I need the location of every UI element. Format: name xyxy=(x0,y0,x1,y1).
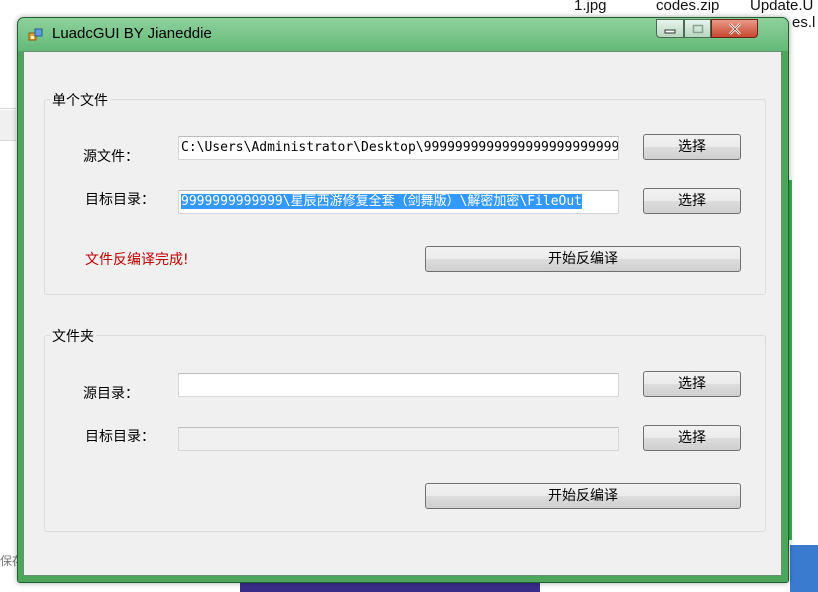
folder-target-dir-label: 目标目录： xyxy=(85,429,155,445)
source-dir-field[interactable] xyxy=(178,373,619,397)
client-area: 单个文件 源文件： C:\Users\Administrator\Desktop… xyxy=(23,51,782,576)
choose-target-dir-button[interactable]: 选择 xyxy=(643,188,741,214)
source-file-field[interactable]: C:\Users\Administrator\Desktop\999999999… xyxy=(178,136,619,160)
luadc-window: LuadcGUI BY Jianeddie 单个文件 源文件： C:\Users… xyxy=(17,17,789,583)
bg-file-item: es.l xyxy=(792,14,816,31)
choose-folder-target-dir-button[interactable]: 选择 xyxy=(643,425,741,451)
bg-file-item: codes.zip xyxy=(656,0,720,14)
title-bar[interactable]: LuadcGUI BY Jianeddie xyxy=(18,18,788,51)
source-file-value: C:\Users\Administrator\Desktop\999999999… xyxy=(181,140,619,155)
choose-source-file-button[interactable]: 选择 xyxy=(643,134,741,160)
single-file-group-label: 单个文件 xyxy=(50,90,110,110)
background-image xyxy=(240,582,540,592)
app-icon xyxy=(28,28,43,41)
target-dir-field[interactable]: 9999999999999\星辰西游修复全套（剑舞版）\解密加密\FileOut xyxy=(178,190,619,214)
bg-file-item: Update.U xyxy=(750,0,814,14)
source-dir-label: 源目录： xyxy=(83,386,139,402)
close-icon xyxy=(728,22,741,35)
choose-source-dir-button[interactable]: 选择 xyxy=(643,371,741,397)
close-button[interactable] xyxy=(711,19,758,38)
target-dir-value: 9999999999999\星辰西游修复全套（剑舞版）\解密加密\FileOut xyxy=(181,194,583,209)
window-title: LuadcGUI BY Jianeddie xyxy=(52,25,212,42)
background-divider xyxy=(0,108,16,109)
folder-target-dir-field[interactable] xyxy=(178,427,619,451)
background-sidebar-item xyxy=(0,110,16,140)
background-desktop xyxy=(790,545,818,592)
start-decompile-file-button[interactable]: 开始反编译 xyxy=(425,246,741,272)
background-divider xyxy=(0,140,16,141)
minimize-icon xyxy=(664,29,676,33)
target-dir-label: 目标目录： xyxy=(85,192,155,208)
maximize-button[interactable] xyxy=(684,19,711,38)
bg-file-item: 1.jpg xyxy=(574,0,607,14)
folder-group-label: 文件夹 xyxy=(50,326,96,346)
status-message: 文件反编译完成! xyxy=(85,252,189,268)
start-decompile-folder-button[interactable]: 开始反编译 xyxy=(425,483,741,509)
maximize-icon xyxy=(692,24,703,33)
source-file-label: 源文件： xyxy=(83,149,139,165)
minimize-button[interactable] xyxy=(656,19,684,38)
